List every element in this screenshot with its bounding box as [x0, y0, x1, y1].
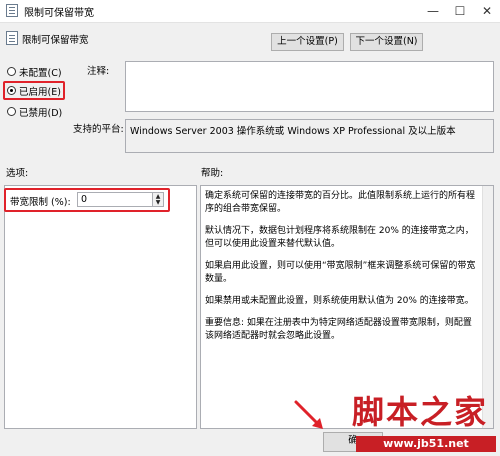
watermark-logo-text: 脚本之家: [352, 393, 489, 431]
comment-label: 注释:: [87, 66, 110, 77]
supported-platforms-text: Windows Server 2003 操作系统或 Windows XP Pro…: [130, 126, 456, 137]
red-arrow-annotation: [294, 400, 323, 429]
policy-icon: [6, 31, 18, 45]
radio-not-configured[interactable]: 未配置(C): [6, 65, 66, 79]
help-paragraph: 重要信息: 如果在注册表中为特定网络适配器设置带宽限制，则配置该网络适配器时就会…: [205, 318, 472, 341]
window-title: 限制可保留带宽: [24, 8, 94, 19]
highlight-box-bandwidth: [4, 188, 170, 212]
radio-disabled[interactable]: 已禁用(D): [6, 105, 66, 119]
supported-platforms-box: Windows Server 2003 操作系统或 Windows XP Pro…: [125, 119, 494, 153]
prev-setting-button[interactable]: 上一个设置(P): [271, 33, 344, 51]
options-section-label: 选项:: [6, 168, 29, 179]
watermark-url: www.jb51.net: [356, 436, 496, 452]
maximize-button[interactable]: ☐: [447, 0, 473, 22]
radio-label: 未配置(C): [19, 68, 62, 79]
help-paragraph: 默认情况下，数据包计划程序将系统限制在 20% 的连接带宽之内，但可以使用此设置…: [205, 226, 474, 249]
help-section-label: 帮助:: [201, 168, 224, 179]
next-setting-button[interactable]: 下一个设置(N): [350, 33, 423, 51]
highlight-box-enabled: [3, 81, 65, 100]
help-paragraph: 如果启用此设置，则可以使用“带宽限制”框来调整系统可保留的带宽数量。: [205, 261, 476, 284]
options-panel: [4, 185, 197, 429]
policy-name: 限制可保留带宽: [22, 35, 89, 46]
help-paragraph: 如果禁用或未配置此设置，则系统使用默认值为 20% 的连接带宽。: [205, 296, 474, 306]
radio-label: 已禁用(D): [19, 108, 63, 119]
minimize-button[interactable]: —: [420, 0, 446, 22]
radio-circle[interactable]: [7, 67, 16, 76]
radio-circle[interactable]: [7, 107, 16, 116]
close-button[interactable]: ✕: [474, 0, 500, 22]
policy-window-icon: [6, 4, 18, 17]
help-paragraph: 确定系统可保留的连接带宽的百分比。此值限制系统上运行的所有程序的组合带宽保留。: [205, 191, 476, 214]
supported-on-label: 支持的平台:: [73, 124, 124, 135]
comment-textbox[interactable]: [125, 61, 494, 112]
